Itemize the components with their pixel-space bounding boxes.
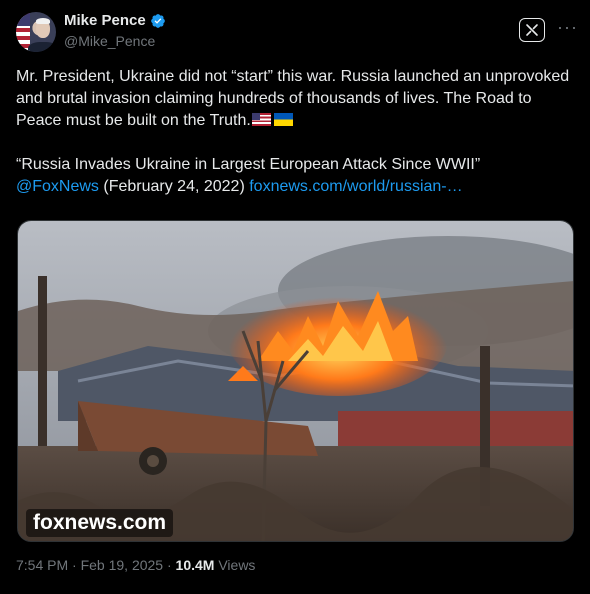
quoted-headline: “Russia Invades Ukraine in Largest Europ… [16, 156, 481, 173]
media-caption: foxnews.com [26, 509, 174, 537]
tweet-card[interactable]: Mike Pence @Mike_Pence ··· Mr. President… [0, 0, 590, 594]
us-flag-icon [251, 113, 271, 126]
verified-badge-icon [150, 13, 166, 29]
timestamp[interactable]: 7:54 PM · Feb 19, 2025 · [16, 557, 176, 573]
tweet-meta: 7:54 PM · Feb 19, 2025 · 10.4M Views [16, 557, 255, 573]
views-count: 10.4M [175, 557, 215, 573]
grok-icon[interactable] [519, 18, 545, 42]
author-handle[interactable]: @Mike_Pence [64, 33, 155, 49]
tweet-text: Mr. President, Ukraine did not “start” t… [16, 66, 576, 198]
views-label: Views [214, 557, 256, 573]
media-image[interactable]: foxnews.com [17, 220, 574, 542]
foxnews-mention-link[interactable]: @FoxNews [16, 178, 99, 195]
ukraine-flag-icon [273, 113, 293, 126]
avatar[interactable] [16, 12, 56, 52]
author-name-row[interactable]: Mike Pence [64, 12, 166, 29]
more-icon[interactable]: ··· [557, 17, 578, 38]
burning-building-photo [18, 221, 573, 541]
author-name[interactable]: Mike Pence [64, 12, 146, 29]
article-date: (February 24, 2022) [98, 178, 250, 195]
article-url-link[interactable]: foxnews.com/world/russian-… [249, 178, 462, 195]
